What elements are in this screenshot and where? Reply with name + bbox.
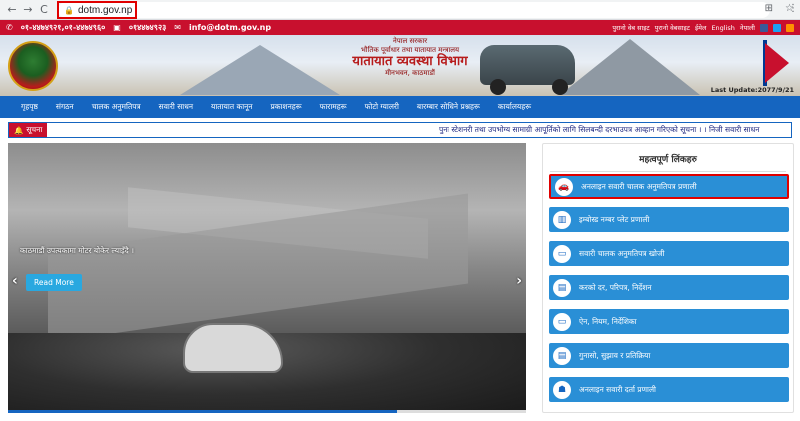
browser-toolbar: ← → C 🔒 dotm.gov.np ⊞ ☆ ⋮ — [0, 0, 800, 20]
slide-caption: काठमाडौं उपत्यकामा मोटर बोकेर ल्याइँदै । — [20, 246, 134, 255]
link-vehicle-registration[interactable]: ☗ अनलाइन सवारी दर्ता प्रणाली — [549, 377, 789, 402]
nav-home[interactable]: गृहपृष्ठ — [12, 102, 47, 112]
document-icon: ▤ — [553, 278, 571, 297]
link-online-license[interactable]: 🚗 अनलाइन सवारी चालक अनुमतिपत्र प्रणाली — [549, 174, 789, 199]
nav-driving-license[interactable]: चालक अनुमतिपत्र — [83, 102, 150, 112]
car-wheel — [552, 79, 568, 95]
old-website-link[interactable]: पुरानो वेब साइट — [612, 23, 649, 32]
facebook-icon[interactable] — [760, 23, 768, 32]
car-icon: 🚗 — [555, 177, 573, 196]
slider-prev-icon[interactable]: ‹ — [12, 273, 18, 289]
twitter-icon[interactable] — [773, 23, 781, 32]
link-label: करको दर, परिपत्र, निर्देशन — [579, 282, 652, 292]
nav-faq[interactable]: बारम्बार सोधिने प्रश्नहरू — [408, 102, 489, 112]
email-link[interactable]: ईमेल — [695, 23, 707, 32]
bell-icon: 🔔 — [14, 125, 24, 135]
link-grievance[interactable]: ▤ गुनासो, सुझाव र प्रतिक्रिया — [549, 343, 789, 368]
notice-text[interactable]: पुनः स्टेशनरी तथा उपभोग्य सामाग्री आपूर्… — [439, 125, 759, 135]
link-license-search[interactable]: ▭ सवारी चालक अनुमतिपत्र खोजी — [549, 241, 789, 266]
link-label: इम्बोस्ड नम्बर प्लेट प्रणाली — [579, 214, 650, 224]
url-highlight-box — [57, 1, 137, 19]
english-link[interactable]: English — [711, 24, 734, 32]
link-label: अनलाइन सवारी दर्ता प्रणाली — [579, 384, 656, 394]
id-card-icon: ▭ — [553, 312, 571, 331]
link-label: अनलाइन सवारी चालक अनुमतिपत्र प्रणाली — [581, 181, 697, 191]
link-label: सवारी चालक अनुमतिपत्र खोजी — [579, 248, 665, 258]
nav-offices[interactable]: कार्यालयहरू — [489, 102, 540, 112]
nav-publications[interactable]: प्रकाशनहरू — [262, 102, 311, 112]
link-tax-rate[interactable]: ▤ करको दर, परिपत्र, निर्देशन — [549, 275, 789, 300]
panel-title: महत्वपूर्ण लिंकहरु — [639, 155, 697, 165]
nepali-link[interactable]: नेपाली — [740, 23, 755, 32]
feedback-icon: ▤ — [553, 346, 571, 365]
old-website-link-2[interactable]: पुरानो वेबसाइट — [655, 23, 690, 32]
slider-progress — [8, 410, 526, 413]
mountain-graphic-2 — [560, 39, 700, 95]
nav-vehicles[interactable]: सवारी साधन — [150, 102, 202, 112]
reload-icon[interactable]: C — [36, 3, 52, 16]
address-bar[interactable]: 🔒 dotm.gov.np — [58, 2, 770, 18]
notice-label-text: सूचना — [26, 125, 43, 134]
email-icon: ✉ — [174, 23, 181, 32]
forward-icon[interactable]: → — [20, 3, 36, 16]
hero-slider: काठमाडौं उपत्यकामा मोटर बोकेर ल्याइँदै ।… — [8, 143, 526, 413]
phone-icon: ✆ — [6, 23, 13, 32]
nav-forms[interactable]: फारामहरू — [311, 102, 356, 112]
back-icon[interactable]: ← — [4, 3, 20, 16]
link-label: ऐन, नियम, निर्देशिका — [579, 316, 637, 326]
car-wheel — [490, 79, 506, 95]
nepal-flag — [765, 43, 789, 83]
phone-numbers: ०१-४४७४९२१,०१-४४७४९६० — [20, 23, 106, 32]
fax-icon: ▣ — [113, 23, 121, 32]
read-more-button[interactable]: Read More — [26, 274, 82, 291]
important-links-panel: महत्वपूर्ण लिंकहरु 🚗 अनलाइन सवारी चालक अ… — [542, 143, 794, 413]
main-navigation: गृहपृष्ठ संगठन चालक अनुमतिपत्र सवारी साध… — [0, 96, 800, 118]
barcode-icon: ▥ — [553, 210, 571, 229]
rss-icon[interactable] — [786, 23, 794, 32]
nav-photo-gallery[interactable]: फोटो ग्यालरी — [356, 102, 408, 112]
email-address[interactable]: info@dotm.gov.np — [189, 23, 271, 32]
link-label: गुनासो, सुझाव र प्रतिक्रिया — [579, 350, 651, 360]
registration-icon: ☗ — [553, 380, 571, 399]
slider-next-icon[interactable]: › — [516, 273, 522, 289]
fax-number: ०१४४७४९२३ — [128, 23, 167, 32]
notice-label: 🔔 सूचना — [9, 123, 48, 137]
translate-icon[interactable]: ⊞ — [765, 3, 773, 14]
link-embossed-plate[interactable]: ▥ इम्बोस्ड नम्बर प्लेट प्रणाली — [549, 207, 789, 232]
nav-organization[interactable]: संगठन — [47, 102, 83, 112]
gov-line: नेपाल सरकार — [392, 37, 428, 45]
menu-kebab-icon[interactable]: ⋮ — [788, 3, 798, 14]
panel-divider — [550, 171, 786, 172]
nav-transport-law[interactable]: यातायात कानून — [202, 102, 262, 112]
link-acts-rules[interactable]: ▭ ऐन, नियम, निर्देशिका — [549, 309, 789, 334]
header-banner: नेपाल सरकार भौतिक पूर्वाधार तथा यातायात … — [0, 35, 800, 96]
slide-car — [183, 323, 283, 373]
notice-ticker: 🔔 सूचना पुनः स्टेशनरी तथा उपभोग्य सामाग्… — [8, 122, 792, 138]
slider-progress-fill — [8, 410, 397, 413]
last-update: Last Update:2077/9/21 — [710, 86, 794, 94]
government-emblem[interactable] — [8, 41, 58, 91]
contact-bar: ✆ ०१-४४७४९२१,०१-४४७४९६० ▣ ०१४४७४९२३ ✉ in… — [0, 20, 800, 35]
card-icon: ▭ — [553, 244, 571, 263]
